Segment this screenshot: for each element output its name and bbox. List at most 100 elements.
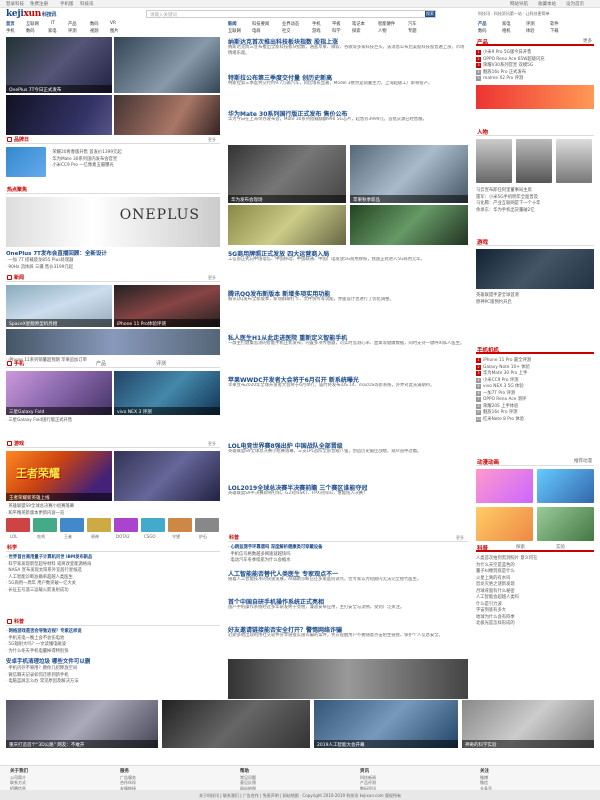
nav-item[interactable]: IT [51,21,55,26]
topbar-register[interactable]: 免费注册 [30,1,48,7]
list-item[interactable]: 90Hz 流体屏 三摄 售价3199元起 [6,264,220,271]
hero-image-4[interactable] [114,95,220,135]
topbar-home[interactable]: 设为首页 [566,1,584,7]
hero-image[interactable]: OnePlus 7T今日正式发布 [6,37,112,93]
nav-item[interactable]: 平板 [332,21,341,27]
more-link[interactable]: 推荐动漫 [574,458,592,464]
game-thumb[interactable] [195,518,219,532]
game-label[interactable]: 守望 [172,534,180,540]
nav-item[interactable]: 科技要闻 [252,21,269,27]
nav-item[interactable]: 手机 [6,28,15,34]
photo-caption[interactable]: 华为发布会现场 [228,195,346,203]
list-item[interactable]: 为什么冬天手机电量掉得特别快 [6,648,220,655]
anime-thumb[interactable] [476,469,533,503]
nav-item[interactable]: 数码 [478,28,487,34]
game-label[interactable]: 吃鸡 [37,534,45,540]
nav-item[interactable]: 探索 [352,28,361,34]
nav-item[interactable]: 数码 [90,21,99,27]
list-item[interactable]: 电脑蓝屏怎么办 常见原因及解决方法 [6,678,220,685]
nav-item[interactable]: 社交 [282,28,291,34]
nav-item[interactable]: 视频 [90,28,99,34]
nav-item[interactable]: 产品 [68,21,77,27]
more-link[interactable]: 更多 [456,535,464,541]
footer-link[interactable]: 广告合作 [243,793,259,798]
nav-item[interactable]: 首页 [6,21,15,27]
banner-image-3[interactable]: 2019人工智能大会开幕 [314,700,458,748]
tab-explore[interactable]: 探索 [516,544,525,550]
list-item[interactable]: 5 realme X2 Pro 评测 [476,75,594,82]
footer-link[interactable]: 合作伙伴 [120,780,136,786]
site-logo[interactable]: kejixun科技讯 [6,9,56,19]
footer-link[interactable]: 产品评测 [360,780,376,786]
nav-item[interactable]: 评测 [526,21,535,27]
topbar-fav[interactable]: 收藏本站 [538,1,556,7]
list-item[interactable]: 和平精英新版本更新内容一览 [6,510,220,517]
nav-item[interactable]: 产品 [478,21,487,27]
banner-caption[interactable]: 重庆打造首个“3D公路” 网友：不敢开 [6,740,158,748]
topbar-site[interactable]: 科技讯 [80,1,94,7]
list-item[interactable]: 原神PC版预约开启 [476,299,594,306]
banner-caption[interactable]: 神奇的科学实验 [462,740,594,748]
banner-image-4[interactable]: 神奇的科学实验 [462,700,594,748]
nav-item[interactable]: 体验 [526,28,535,34]
game-label[interactable]: 王者 [64,534,72,540]
nav-item[interactable]: 下载 [550,28,559,34]
footer-link[interactable]: 关于科技讯 [199,793,219,798]
topbar-nav[interactable]: 网站导航 [510,1,528,7]
brand-thumb[interactable] [6,147,46,177]
nav-item[interactable]: 新闻 [228,21,237,27]
mid-photo-1[interactable]: 华为发布会现场 [228,145,346,203]
tab-product[interactable]: 产品 [96,360,106,367]
promo-banner[interactable] [476,85,594,109]
game-thumb[interactable] [168,518,192,532]
search-button[interactable]: 搜索 [425,11,435,17]
mid-photo-2[interactable]: 苹果秋季新品 [350,145,468,203]
hero-caption[interactable]: OnePlus 7T今日正式发布 [6,85,112,93]
topbar-login[interactable]: 登录科技 [6,1,24,7]
anime-thumb[interactable] [537,507,594,541]
nav-item[interactable]: 人物 [378,28,387,34]
game-thumb[interactable] [6,518,30,532]
game-label[interactable]: 炉石 [199,534,207,540]
nav-item[interactable]: 家电 [502,21,511,27]
nav-item[interactable]: 游戏 [312,28,321,34]
list-item[interactable]: 电动汽车冬季续航为什么会缩水 [228,557,468,564]
game-image-1[interactable]: 王者荣耀 王者荣耀新英雄上线 [6,451,112,501]
feature-image[interactable]: ONEPLUS [6,197,220,247]
phone-image-2[interactable]: vivo NEX 3 评测 [114,371,220,415]
nav-item[interactable]: 专题 [408,28,417,34]
anime-thumb[interactable] [537,469,594,503]
tab-review[interactable]: 评测 [156,360,166,367]
topbar-mobile[interactable]: 手机版 [60,1,74,7]
phone-caption[interactable]: vivo NEX 3 评测 [114,407,220,415]
game-banner[interactable] [476,249,594,289]
game-label[interactable]: CSGO [144,534,156,539]
list-item[interactable]: 小米CC9 Pro 一亿像素五摄曝光 [50,162,220,169]
nav-item[interactable]: 评测 [68,28,77,34]
tab-experiment[interactable]: 实验 [556,544,565,550]
news-caption[interactable]: SpaceX星舰原型机亮相 [6,319,112,327]
news-image-1[interactable]: SpaceX星舰原型机亮相 [6,285,112,327]
search-box[interactable]: 请输入关键词 搜索 [146,10,436,18]
nav-item[interactable]: 汽车 [408,21,417,27]
mid-bottom-image[interactable] [228,659,468,699]
tab-kepu[interactable]: 科普 [477,544,488,552]
nav-item[interactable]: 软件 [550,21,559,27]
search-input[interactable]: 请输入关键词 [150,12,177,18]
kepu-headline[interactable]: 安卓手机清理垃圾 哪些文件可以删 [6,657,220,665]
anime-thumb[interactable] [476,507,533,541]
list-item[interactable]: 长征五号遥三运载火箭发射成功 [6,587,220,594]
game-thumb[interactable] [141,518,165,532]
person-photo[interactable] [556,139,592,183]
footer-link[interactable]: 联系我们 [223,793,239,798]
game-label[interactable]: 原神 [91,534,99,540]
more-link[interactable]: 更多 [208,137,216,143]
nav-item[interactable]: 图片 [110,28,119,34]
hero-image-2[interactable] [114,37,220,93]
person-photo[interactable] [476,139,512,183]
footer-link[interactable]: 联系方式 [10,780,28,786]
more-link[interactable]: 更多 [208,441,216,447]
nav-item[interactable]: 电商 [252,28,261,34]
nav-item[interactable]: VR [110,21,116,26]
nav-item[interactable]: 家电 [48,28,57,34]
